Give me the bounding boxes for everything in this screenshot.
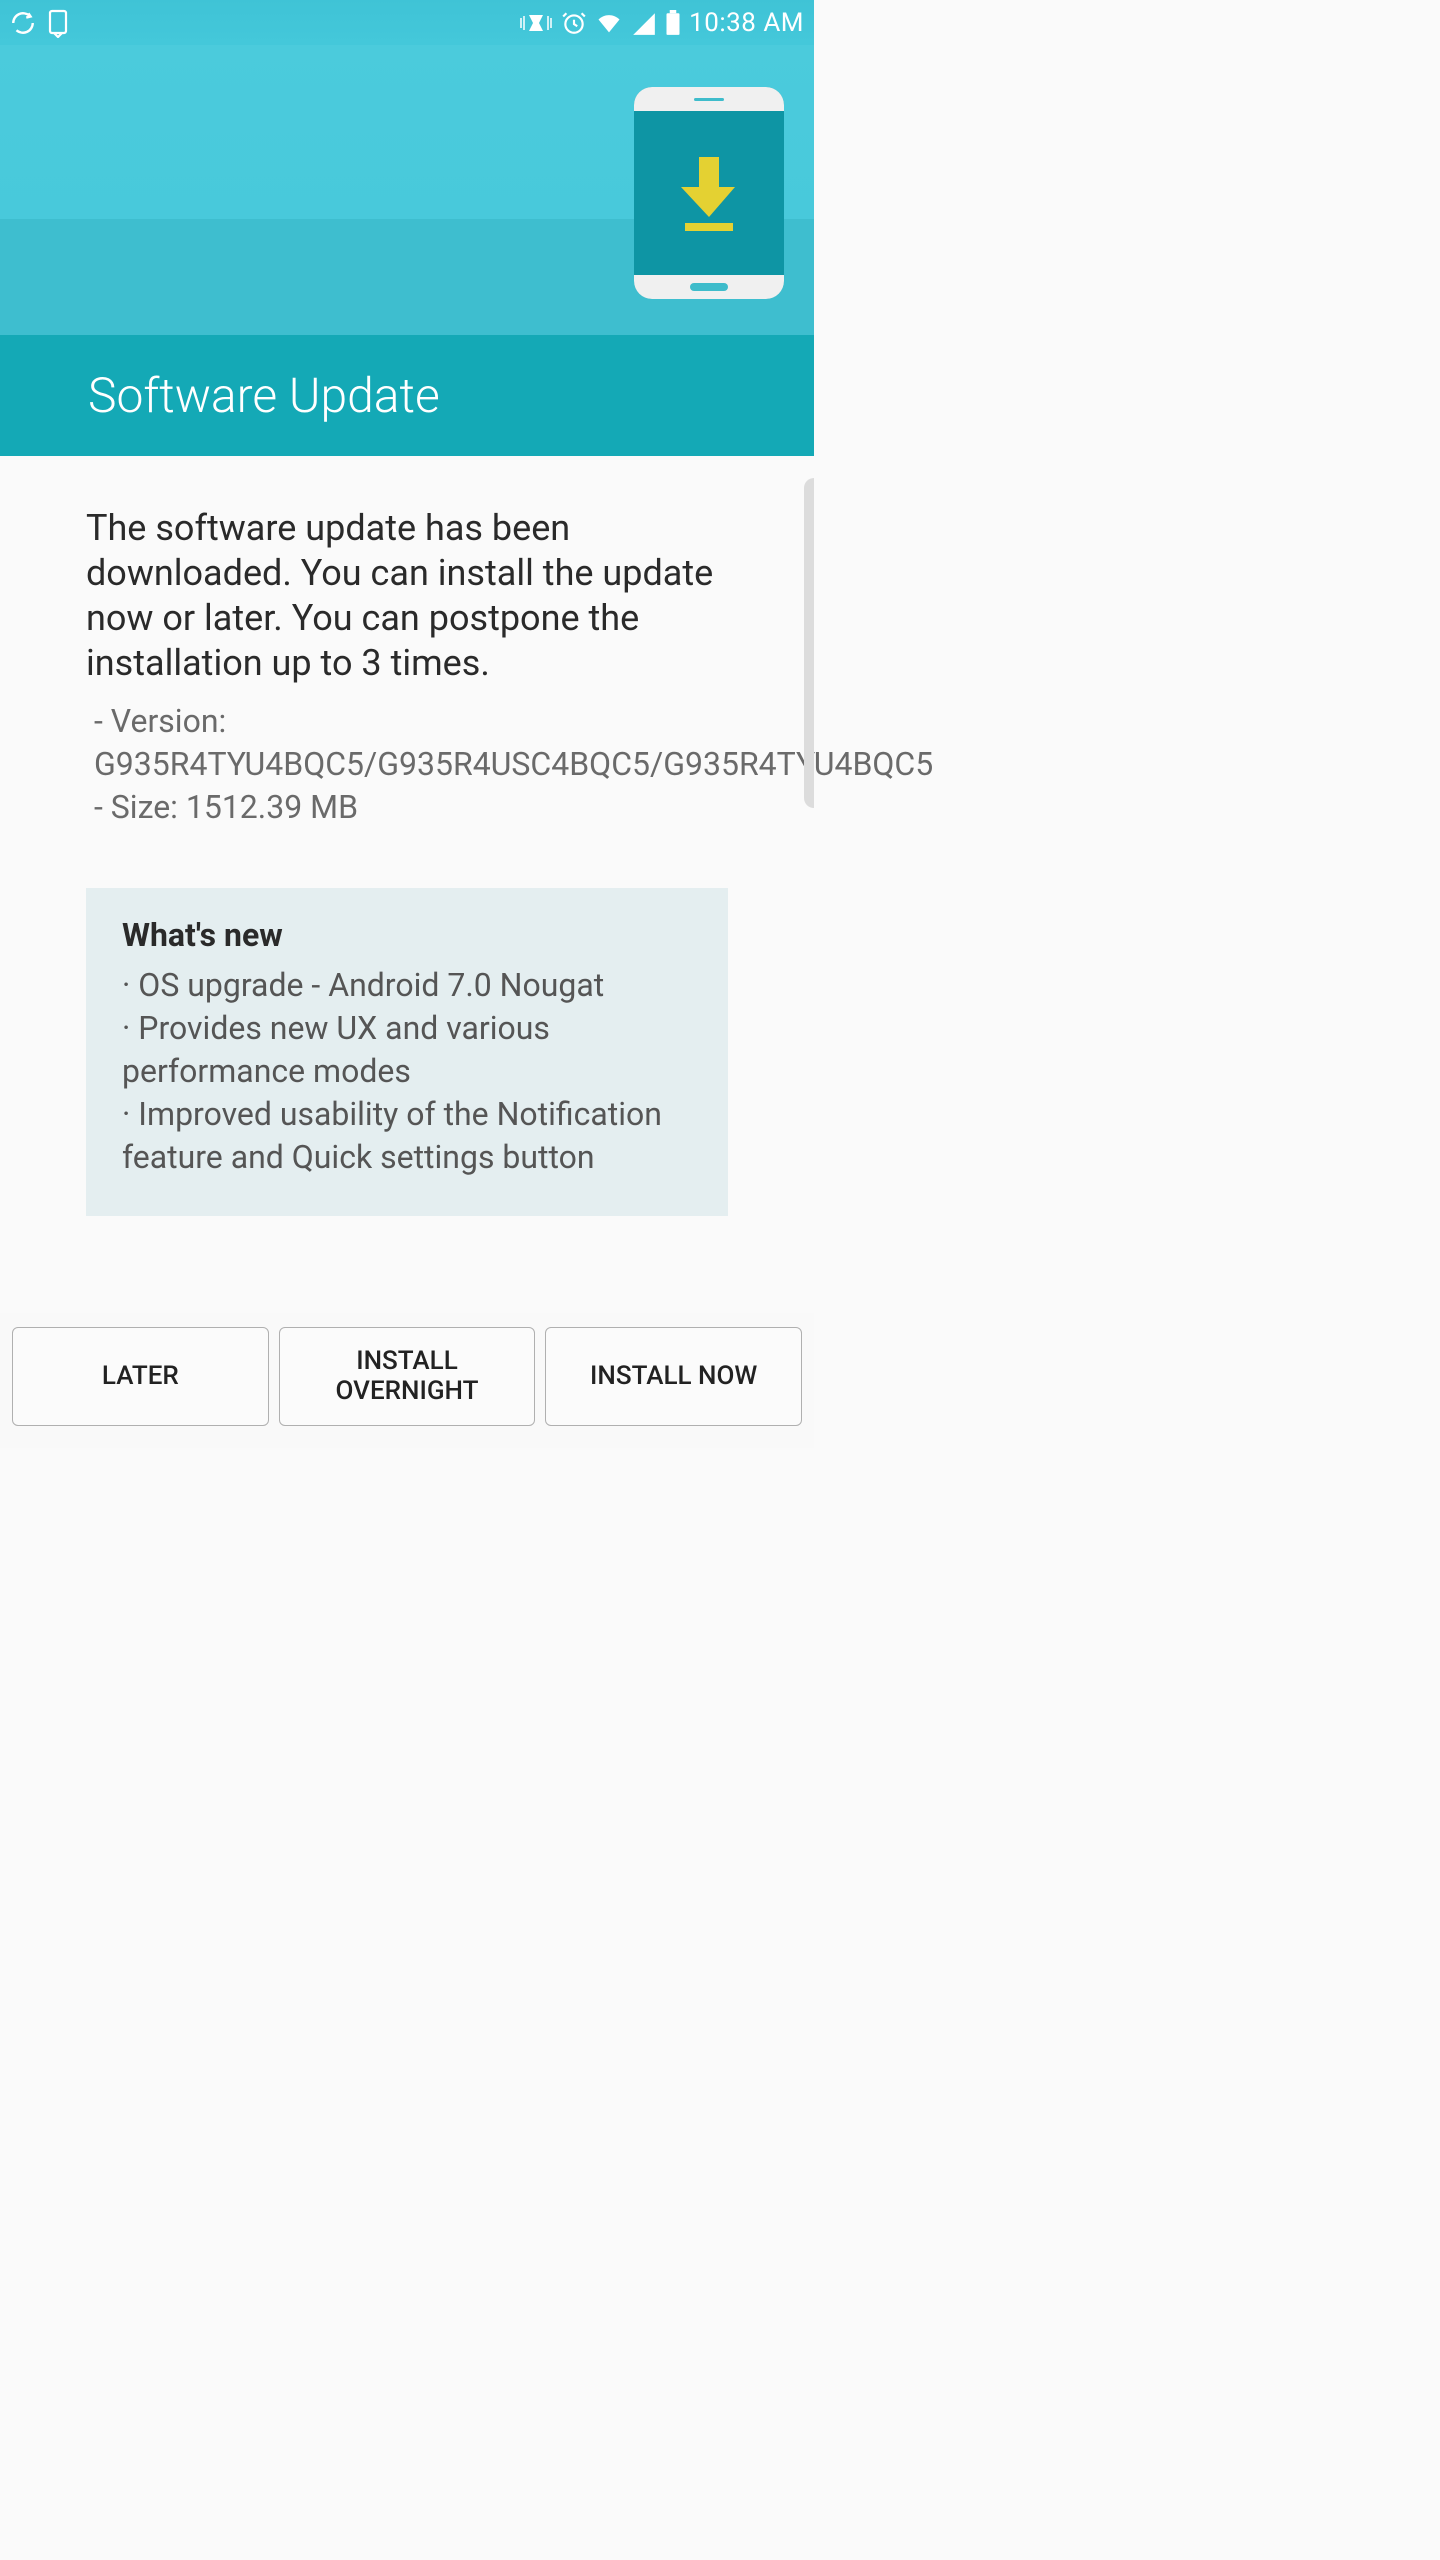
whatsnew-item: · Improved usability of the Notification… <box>122 1093 692 1179</box>
alarm-icon <box>561 10 587 36</box>
scroll-handle[interactable] <box>804 478 814 808</box>
whatsnew-item: · Provides new UX and various performanc… <box>122 1007 692 1093</box>
signal-icon <box>631 11 657 35</box>
size-line: - Size: 1512.39 MB <box>86 786 728 829</box>
button-row: LATER INSTALL OVERNIGHT INSTALL NOW <box>0 1313 814 1448</box>
install-overnight-button-label: INSTALL OVERNIGHT <box>286 1347 529 1407</box>
whatsnew-box: What's new · OS upgrade - Android 7.0 No… <box>86 888 728 1216</box>
content-area: The software update has been downloaded.… <box>0 456 814 1216</box>
download-arrow-icon <box>677 153 741 241</box>
install-now-button-label: INSTALL NOW <box>590 1362 757 1392</box>
install-overnight-button[interactable]: INSTALL OVERNIGHT <box>279 1327 536 1426</box>
intro-text: The software update has been downloaded.… <box>86 506 728 686</box>
version-line: - Version: G935R4TYU4BQC5/G935R4USC4BQC5… <box>86 700 728 786</box>
later-button[interactable]: LATER <box>12 1327 269 1426</box>
card-icon <box>46 8 70 38</box>
whatsnew-item: · OS upgrade - Android 7.0 Nougat <box>122 964 692 1007</box>
status-right-icons: 10:38 AM <box>519 8 804 38</box>
later-button-label: LATER <box>102 1362 179 1392</box>
status-time: 10:38 AM <box>689 8 804 38</box>
wifi-icon <box>595 11 623 35</box>
page-title: Software Update <box>88 367 726 424</box>
status-left-icons <box>10 8 70 38</box>
status-bar: 10:38 AM <box>0 0 814 45</box>
sync-icon <box>10 10 36 36</box>
install-now-button[interactable]: INSTALL NOW <box>545 1327 802 1426</box>
hero-banner <box>0 45 814 335</box>
title-band: Software Update <box>0 335 814 456</box>
whatsnew-title: What's new <box>122 916 692 954</box>
content-fade <box>0 1263 814 1313</box>
vibrate-icon <box>519 11 553 35</box>
phone-illustration <box>634 87 784 299</box>
battery-icon <box>665 10 681 36</box>
